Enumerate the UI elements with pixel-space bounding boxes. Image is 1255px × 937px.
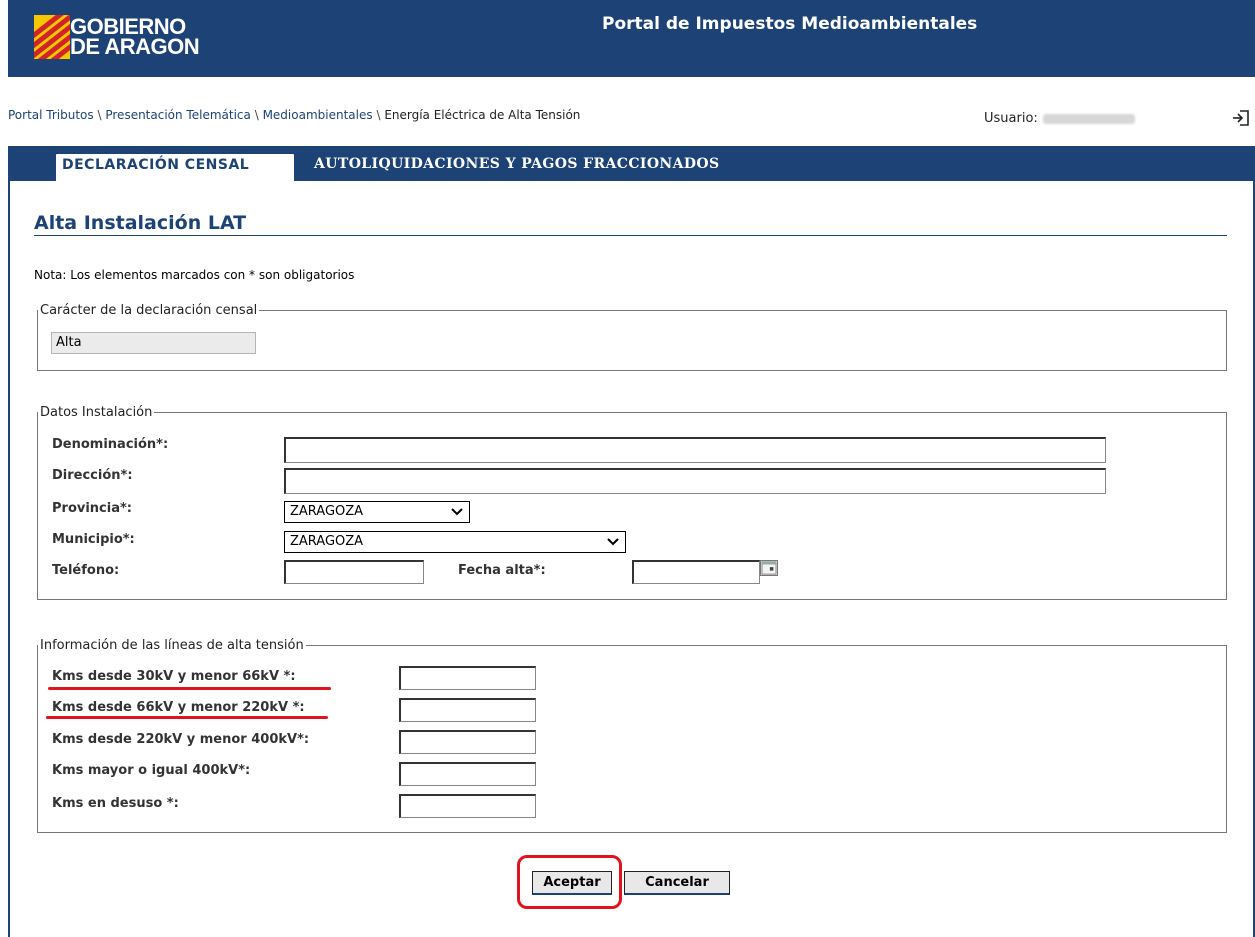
calendar-icon[interactable] [760,560,778,576]
municipio-select[interactable]: ZARAGOZA [284,531,626,553]
user-name-redacted [1042,113,1135,124]
highlight-underline [46,716,328,719]
chevron-down-icon [607,538,619,546]
logo-text: GOBIERNO DE ARAGON [70,14,200,59]
kms-30-66-label: Kms desde 30kV y menor 66kV *: [52,669,296,684]
telefono-input[interactable] [284,560,424,584]
kms-30-66-input[interactable] [399,666,536,690]
lineas-legend: Información de las líneas de alta tensió… [40,638,304,653]
breadcrumb-medioambientales[interactable]: Medioambientales [263,108,373,122]
direccion-label: Dirección*: [52,468,133,483]
title-divider [34,235,1227,236]
breadcrumb-separator: \ [254,108,259,122]
breadcrumb-presentacion-telematica[interactable]: Presentación Telemática [105,108,251,122]
denominacion-input[interactable] [284,437,1106,463]
kms-66-220-label: Kms desde 66kV y menor 220kV *: [52,700,305,715]
datos-legend: Datos Instalación [40,405,153,420]
breadcrumb-portal-tributos[interactable]: Portal Tributos [8,108,94,122]
caracter-legend: Carácter de la declaración censal [40,303,258,318]
tab-bar: DECLARACIÓN CENSAL AUTOLIQUIDACIONES Y P… [8,146,1255,181]
tab-autoliquidaciones[interactable]: AUTOLIQUIDACIONES Y PAGOS FRACCIONADOS [308,153,726,181]
municipio-value: ZARAGOZA [290,534,364,549]
kms-400-label: Kms mayor o igual 400kV*: [52,763,251,778]
telefono-label: Teléfono: [52,563,120,578]
cancelar-button[interactable]: Cancelar [624,871,730,895]
user-info: Usuario: [984,111,1135,126]
breadcrumb-separator: \ [97,108,102,122]
aragon-flag-icon [34,15,70,59]
kms-220-400-label: Kms desde 220kV y menor 400kV*: [52,732,310,747]
kms-desuso-label: Kms en desuso *: [52,796,179,811]
logout-icon[interactable] [1231,108,1251,128]
provincia-select[interactable]: ZARAGOZA [284,501,470,523]
user-label: Usuario: [984,111,1038,126]
tab-declaracion-censal[interactable]: DECLARACIÓN CENSAL [55,153,295,181]
kms-desuso-input[interactable] [399,794,536,818]
denominacion-label: Denominación*: [52,437,169,452]
fecha-alta-label: Fecha alta*: [458,563,546,578]
page-title: Alta Instalación LAT [34,212,247,234]
highlight-underline [48,687,331,690]
caracter-field: Alta [51,332,256,354]
breadcrumb: Portal Tributos \ Presentación Telemátic… [8,108,580,122]
kms-66-220-input[interactable] [399,698,536,722]
provincia-label: Provincia*: [52,501,132,516]
fecha-alta-input[interactable] [632,560,760,584]
top-header: GOBIERNO DE ARAGON Portal de Impuestos M… [8,0,1255,77]
breadcrumb-separator: \ [376,108,381,122]
direccion-input[interactable] [284,468,1106,494]
kms-400-input[interactable] [399,762,536,786]
municipio-label: Municipio*: [52,532,135,547]
required-note: Nota: Los elementos marcados con * son o… [34,268,355,282]
aceptar-button[interactable]: Aceptar [532,871,612,895]
portal-title: Portal de Impuestos Medioambientales [602,14,978,34]
provincia-value: ZARAGOZA [290,504,364,519]
breadcrumb-current: Energía Eléctrica de Alta Tensión [384,108,581,122]
chevron-down-icon [451,508,463,516]
gobierno-aragon-logo[interactable]: GOBIERNO DE ARAGON [34,15,224,63]
kms-220-400-input[interactable] [399,730,536,754]
